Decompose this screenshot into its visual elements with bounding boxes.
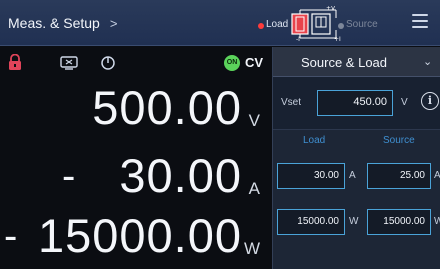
vset-label: Vset [281, 97, 302, 108]
voltage-value: 500.00 [92, 81, 242, 134]
breadcrumb-title[interactable]: Meas. & Setup [8, 15, 100, 31]
load-current-field[interactable]: 30.00 [277, 163, 345, 189]
load-column-header: Load [303, 135, 326, 146]
mode-selector[interactable]: Source & Load ⌄ [273, 47, 440, 77]
vset-unit: V [401, 97, 408, 108]
mode-label[interactable]: Source & Load [301, 55, 387, 70]
vset-row: Vset 450.00 V i [273, 77, 440, 129]
info-icon[interactable]: i [421, 92, 439, 110]
load-indicator-label: Load [266, 19, 289, 30]
voltage-unit: V [248, 111, 260, 130]
top-bar: Meas. & Setup > Load -I +I +V Source [0, 0, 440, 46]
measurement-panel: ON CV 500.00 V - 30.00 A - 15000.00 W [0, 47, 272, 269]
load-power-field[interactable]: 15000.00 [277, 209, 345, 235]
power-value: 15000.00 [37, 209, 242, 262]
current-sign: - [62, 154, 76, 198]
load-power-unit: W [349, 216, 359, 227]
source-current-field[interactable]: 25.00 [367, 163, 431, 189]
flow-voltage-label: +V [326, 6, 336, 12]
vset-field[interactable]: 450.00 [317, 90, 393, 116]
settings-panel: Source & Load ⌄ Vset 450.00 V i Load Sou… [272, 47, 440, 269]
breadcrumb[interactable]: Meas. & Setup > [8, 12, 117, 34]
svg-text:-I: -I [296, 36, 300, 42]
menu-icon[interactable] [412, 14, 428, 28]
current-readout: - 30.00 A [0, 147, 272, 205]
timer-icon[interactable] [100, 55, 116, 71]
lock-icon[interactable] [8, 54, 22, 71]
source-power-field[interactable]: 15000.00 [367, 209, 431, 235]
cv-mode-label: CV [245, 55, 264, 70]
source-current-unit: A [434, 170, 440, 181]
power-readout: - 15000.00 W [0, 207, 272, 265]
breadcrumb-chevron-icon[interactable]: > [110, 16, 118, 31]
chevron-down-icon[interactable]: ⌄ [423, 55, 432, 68]
source-status-dot [338, 23, 344, 29]
output-on-badge: ON [224, 55, 240, 71]
load-status-dot [258, 23, 264, 29]
divider [273, 129, 440, 130]
power-sign: - [4, 214, 18, 258]
power-unit: W [243, 239, 260, 258]
remote-display-icon[interactable] [60, 56, 78, 71]
current-unit: A [248, 179, 260, 198]
status-icon-row: ON CV [0, 47, 272, 77]
source-indicator-label: Source [346, 19, 378, 30]
svg-text:+I: +I [334, 36, 341, 42]
source-column-header: Source [383, 135, 415, 146]
current-value: 30.00 [119, 149, 242, 202]
load-current-unit: A [349, 170, 356, 181]
voltage-readout: 500.00 V [0, 79, 272, 137]
source-power-unit: W [434, 216, 440, 227]
